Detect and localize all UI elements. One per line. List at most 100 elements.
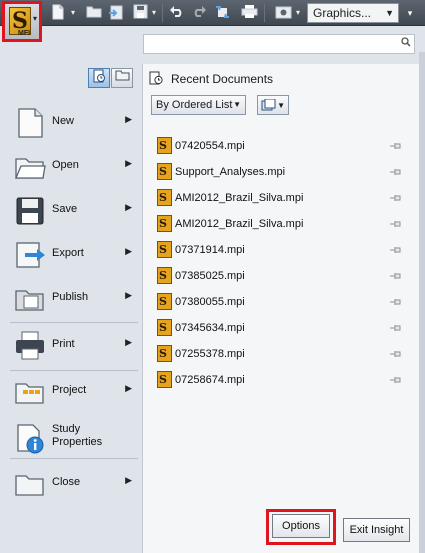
view-toggle xyxy=(88,68,134,88)
recent-file-name: 07255378.mpi xyxy=(175,348,245,360)
app-logo-sub: MFI xyxy=(18,30,31,37)
recent-documents-view-button[interactable] xyxy=(88,68,110,88)
pin-icon[interactable] xyxy=(389,192,403,204)
menu-item-open[interactable]: Open ▶ xyxy=(8,145,138,189)
recent-file-name: 07385025.mpi xyxy=(175,270,245,282)
menu-separator xyxy=(10,322,138,323)
menu-item-study-properties-label: Study Properties xyxy=(52,423,103,448)
svg-text:S: S xyxy=(159,217,167,230)
pin-icon[interactable] xyxy=(389,270,403,282)
recent-file-item[interactable]: S 07420554.mpi xyxy=(157,136,419,158)
mpi-file-icon: S xyxy=(157,293,172,310)
menu-item-export[interactable]: Export ▶ xyxy=(8,233,138,277)
graphics-dropdown-value: Graphics... xyxy=(313,6,372,20)
display-style-dropdown[interactable]: ▼ xyxy=(257,95,289,115)
svg-text:S: S xyxy=(159,139,167,152)
menu-commands: New ▶ Open ▶ Save ▶ Export ▶ Publish ▶ P… xyxy=(0,66,140,553)
submenu-arrow-icon: ▶ xyxy=(125,202,132,212)
save-disk-icon xyxy=(13,195,47,227)
menu-item-study-properties[interactable]: Study Properties xyxy=(8,417,138,461)
application-menu-button[interactable]: S MFI ▾ xyxy=(2,1,42,42)
import-icon[interactable] xyxy=(107,4,125,22)
publish-icon xyxy=(13,283,47,315)
menu-item-open-label: Open xyxy=(52,159,79,171)
search-icon xyxy=(401,37,411,50)
svg-text:S: S xyxy=(159,347,167,360)
pin-icon[interactable] xyxy=(389,374,403,386)
submenu-arrow-icon: ▶ xyxy=(125,337,132,347)
screenshot-icon[interactable] xyxy=(274,4,292,22)
new-file-icon[interactable] xyxy=(50,4,66,22)
pin-icon[interactable] xyxy=(389,296,403,308)
new-dropdown-caret-icon[interactable]: ▾ xyxy=(68,4,78,22)
open-folder-icon[interactable] xyxy=(85,4,103,22)
toolbar-separator xyxy=(264,4,265,22)
chevron-down-icon: ▼ xyxy=(233,100,241,109)
pin-icon[interactable] xyxy=(389,218,403,230)
submenu-arrow-icon: ▶ xyxy=(125,475,132,485)
menu-item-save[interactable]: Save ▶ xyxy=(8,189,138,233)
svg-text:S: S xyxy=(159,243,167,256)
menu-item-project[interactable]: Project ▶ xyxy=(8,370,138,414)
menu-item-print[interactable]: Print ▶ xyxy=(8,324,138,368)
svg-text:S: S xyxy=(159,321,167,334)
mpi-file-icon: S xyxy=(157,215,172,232)
mpi-file-icon: S xyxy=(157,241,172,258)
pin-icon[interactable] xyxy=(389,348,403,360)
exit-insight-button[interactable]: Exit Insight xyxy=(343,518,410,542)
pin-icon[interactable] xyxy=(389,166,403,178)
menu-item-publish[interactable]: Publish ▶ xyxy=(8,277,138,321)
printer-icon xyxy=(13,330,47,362)
chevron-down-icon: ▼ xyxy=(385,8,394,18)
menu-item-print-label: Print xyxy=(52,338,75,350)
open-documents-view-button[interactable] xyxy=(111,68,133,88)
print-icon[interactable] xyxy=(240,4,258,22)
recent-documents-pane: Recent Documents By Ordered List ▼ ▼ S 0… xyxy=(142,64,425,553)
menu-item-project-label: Project xyxy=(52,384,87,396)
refresh-icon[interactable] xyxy=(213,4,231,22)
recent-file-item[interactable]: S AMI2012_Brazil_Silva.mpi xyxy=(157,188,419,210)
redo-icon[interactable] xyxy=(191,4,207,22)
menu-item-save-label: Save xyxy=(52,203,78,215)
undo-icon[interactable] xyxy=(168,4,184,22)
recent-file-item[interactable]: S 07385025.mpi xyxy=(157,266,419,288)
window-edge xyxy=(419,52,425,553)
recent-file-item[interactable]: S 07345634.mpi xyxy=(157,318,419,340)
options-button[interactable]: Options xyxy=(272,514,330,538)
order-by-value: By Ordered List xyxy=(156,99,233,111)
svg-text:S: S xyxy=(159,295,167,308)
recent-file-item[interactable]: S 07380055.mpi xyxy=(157,292,419,314)
menu-separator xyxy=(10,458,138,459)
submenu-arrow-icon: ▶ xyxy=(125,383,132,393)
pin-icon[interactable] xyxy=(389,140,403,152)
recent-file-item[interactable]: S Support_Analyses.mpi xyxy=(157,162,419,184)
project-folder-icon xyxy=(13,376,47,408)
pin-icon[interactable] xyxy=(389,244,403,256)
mpi-file-icon: S xyxy=(157,319,172,336)
recent-file-item[interactable]: S 07258674.mpi xyxy=(157,370,419,392)
recent-file-item[interactable]: S AMI2012_Brazil_Silva.mpi xyxy=(157,214,419,236)
customize-toolbar-icon[interactable]: ▾ xyxy=(402,5,418,21)
menu-item-close[interactable]: Close ▶ xyxy=(8,462,138,506)
mpi-file-icon: S xyxy=(157,371,172,388)
menu-item-new[interactable]: New ▶ xyxy=(8,101,138,145)
save-icon[interactable] xyxy=(132,4,148,22)
submenu-arrow-icon: ▶ xyxy=(125,114,132,124)
mpi-file-icon: S xyxy=(157,163,172,180)
recent-file-name: 07371914.mpi xyxy=(175,244,245,256)
submenu-arrow-icon: ▶ xyxy=(125,290,132,300)
recent-file-name: 07380055.mpi xyxy=(175,296,245,308)
order-by-dropdown[interactable]: By Ordered List ▼ xyxy=(151,95,246,115)
menu-item-close-label: Close xyxy=(52,476,81,488)
menu-search-input[interactable] xyxy=(143,34,415,54)
recent-file-item[interactable]: S 07371914.mpi xyxy=(157,240,419,262)
recent-file-item[interactable]: S 07255378.mpi xyxy=(157,344,419,366)
submenu-arrow-icon: ▶ xyxy=(125,158,132,168)
recent-file-name: 07345634.mpi xyxy=(175,322,245,334)
screenshot-dropdown-caret-icon[interactable]: ▾ xyxy=(293,4,303,22)
icon-view-icon xyxy=(261,98,277,114)
pin-icon[interactable] xyxy=(389,322,403,334)
graphics-dropdown[interactable]: Graphics... ▼ xyxy=(307,3,399,23)
save-dropdown-caret-icon[interactable]: ▾ xyxy=(149,4,159,22)
recent-documents-title: Recent Documents xyxy=(171,72,274,86)
